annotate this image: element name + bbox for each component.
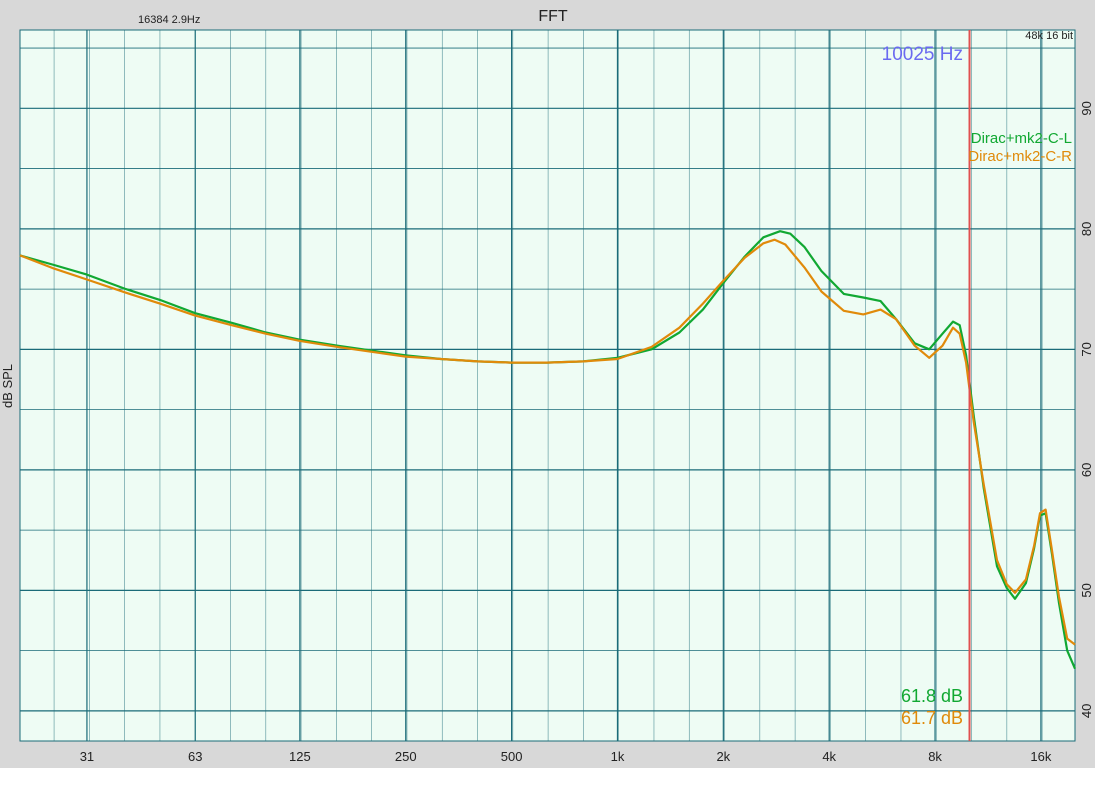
x-tick-label: 250	[395, 749, 417, 764]
y-tick-label: 90	[1079, 101, 1094, 115]
y-axis-label: dB SPL	[0, 364, 15, 408]
legend-entry-left[interactable]: Dirac+mk2-C-L	[971, 130, 1072, 147]
fft-info: 16384 2.9Hz	[138, 14, 200, 26]
fft-window: 31 63 125 250 500 1k 2k 4k 8k 16k 40 50 60 70 80 90 FF…	[0, 0, 1095, 768]
x-tick-label: 2k	[716, 749, 730, 764]
x-tick-label: 125	[289, 749, 311, 764]
y-tick-label: 40	[1079, 704, 1094, 718]
chart-title: FFT	[538, 8, 568, 25]
y-tick-labels: 40 50 60 70 80 90	[1079, 101, 1094, 718]
x-tick-labels: 31 63 125 250 500 1k 2k 4k 8k 16k	[80, 749, 1052, 764]
y-tick-label: 70	[1079, 342, 1094, 356]
x-tick-label: 1k	[611, 749, 625, 764]
cursor-frequency-readout: 10025 Hz	[882, 44, 963, 65]
format-label: 48k 16 bit	[1025, 30, 1073, 42]
x-tick-label: 16k	[1030, 749, 1051, 764]
y-tick-label: 50	[1079, 583, 1094, 597]
cursor-level-left: 61.8 dB	[901, 686, 963, 706]
x-tick-label: 63	[188, 749, 202, 764]
y-tick-label: 80	[1079, 222, 1094, 236]
cursor-level-right: 61.7 dB	[901, 708, 963, 728]
legend-entry-right[interactable]: Dirac+mk2-C-R	[968, 148, 1072, 165]
plot-area[interactable]	[19, 29, 1076, 742]
x-tick-label: 31	[80, 749, 94, 764]
y-tick-label: 60	[1079, 463, 1094, 477]
x-tick-label: 500	[501, 749, 523, 764]
x-tick-label: 8k	[928, 749, 942, 764]
x-tick-label: 4k	[822, 749, 836, 764]
fft-chart: 31 63 125 250 500 1k 2k 4k 8k 16k 40 50 60 70 80 90 FF…	[0, 8, 1094, 764]
